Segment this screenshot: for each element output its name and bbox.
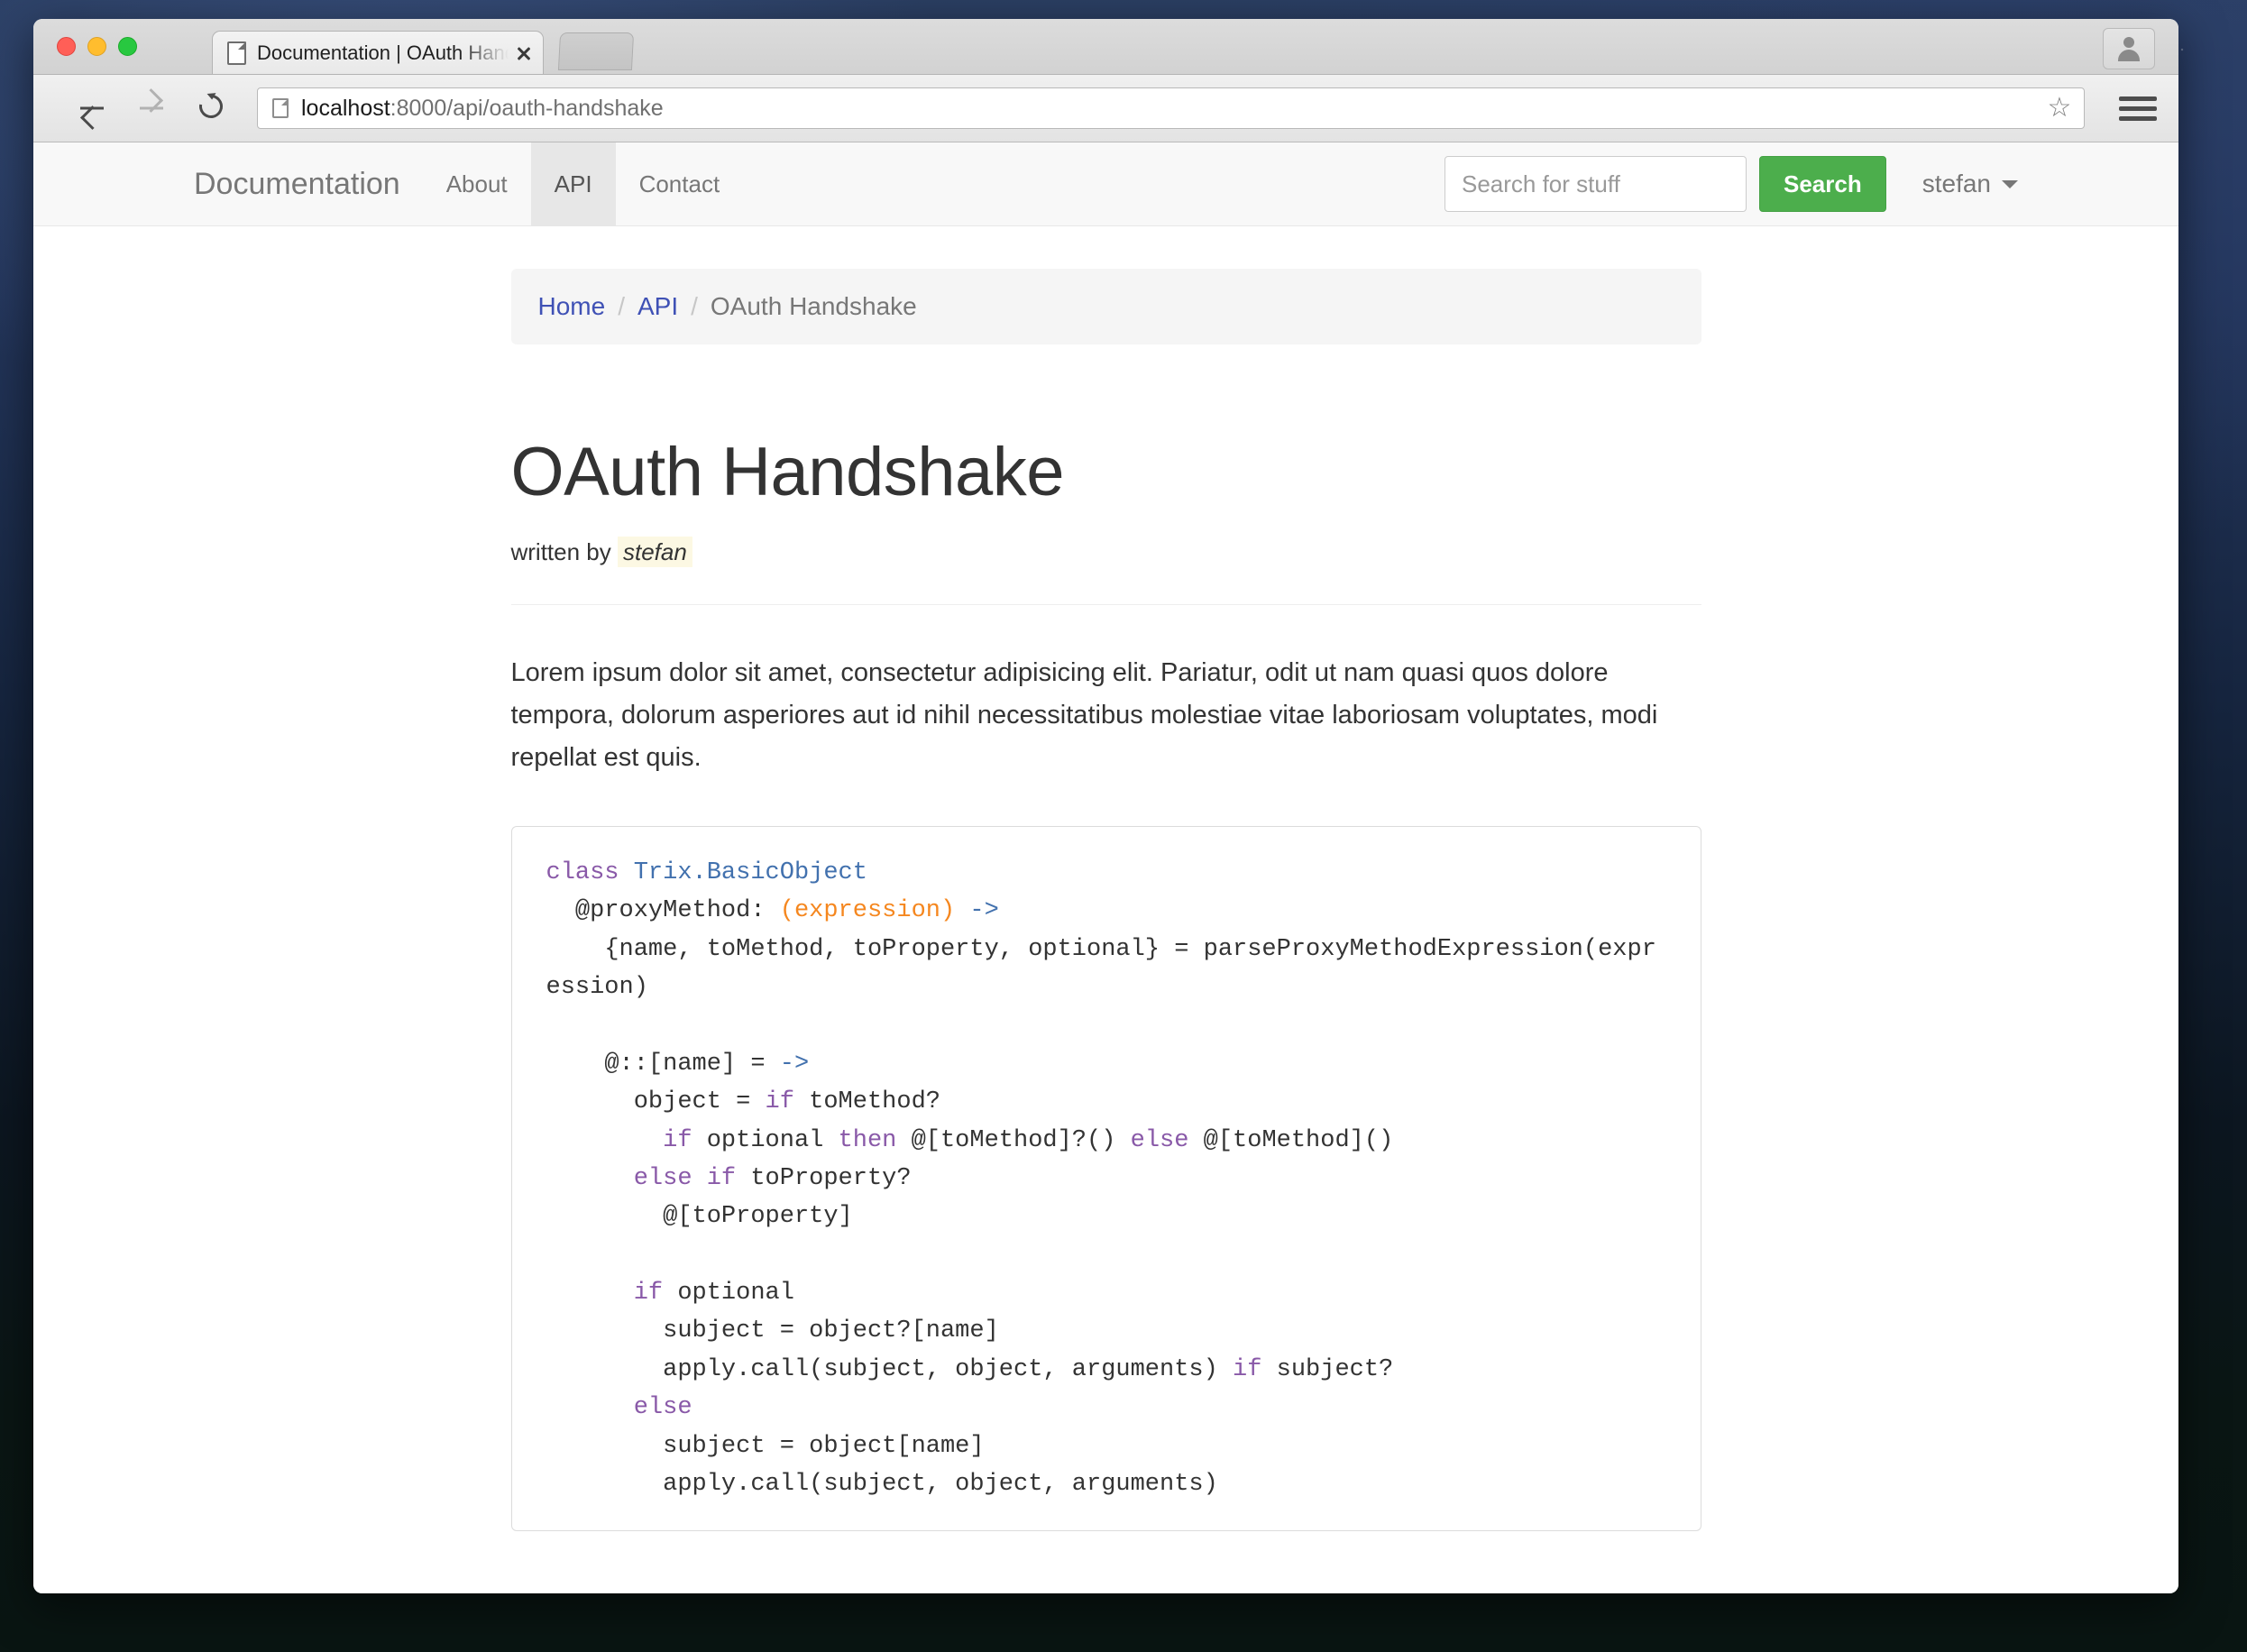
address-bar-text: localhost:8000/api/oauth-handshake	[301, 96, 2046, 122]
browser-tab-title: Documentation | OAuth Handshake	[257, 41, 509, 65]
code-token-keyword: if	[634, 1280, 663, 1307]
code-token-text: optional	[692, 1127, 839, 1154]
breadcrumb: Home / API / OAuth Handshake	[511, 269, 1701, 344]
article-lead-paragraph: Lorem ipsum dolor sit amet, consectetur …	[511, 652, 1701, 779]
profile-icon	[2116, 36, 2142, 61]
breadcrumb-separator: /	[605, 292, 637, 321]
breadcrumb-item-home[interactable]: Home	[538, 292, 606, 321]
site-brand[interactable]: Documentation	[194, 142, 423, 225]
code-token-keyword: class	[546, 859, 619, 886]
page-viewport: Documentation About API Contact Search s…	[33, 142, 2178, 1593]
user-menu-label: stefan	[1922, 170, 1991, 198]
code-token-text	[619, 859, 634, 886]
forward-button[interactable]	[133, 89, 170, 127]
page-container: Home / API / OAuth Handshake OAuth Hands…	[511, 226, 1701, 1531]
byline-author: stefan	[618, 537, 692, 567]
menu-bar-1	[2119, 96, 2157, 101]
code-token-keyword: else	[1131, 1127, 1189, 1154]
nav-link-api[interactable]: API	[531, 142, 616, 225]
nav-link-about[interactable]: About	[423, 142, 531, 225]
star-icon[interactable]: ☆	[2046, 95, 2073, 122]
reload-icon	[195, 90, 227, 123]
reload-button[interactable]	[192, 89, 230, 127]
back-arrow-icon	[80, 107, 104, 110]
browser-profile-button[interactable]	[2103, 28, 2155, 69]
browser-tab-inactive[interactable]	[558, 32, 634, 70]
article-byline: written by stefan	[511, 538, 1701, 566]
code-token-keyword: if	[1233, 1356, 1261, 1383]
code-token-text: object =	[546, 1088, 766, 1115]
page-icon	[272, 98, 289, 118]
close-window-button[interactable]	[57, 37, 76, 56]
code-token-class: Trix.BasicObject	[634, 859, 867, 886]
code-token-class: ->	[780, 1051, 809, 1078]
menu-bar-2	[2119, 106, 2157, 111]
code-token-text: @proxyMethod:	[546, 897, 780, 924]
url-host: localhost	[301, 96, 390, 121]
close-icon[interactable]	[512, 41, 536, 65]
code-token-text: {name, toMethod, toProperty, optional} =…	[546, 936, 1656, 1078]
back-button[interactable]	[73, 89, 111, 127]
url-path: :8000/api/oauth-handshake	[390, 96, 664, 121]
code-token-keyword: if	[766, 1088, 794, 1115]
site-navbar: Documentation About API Contact Search s…	[33, 142, 2178, 226]
breadcrumb-item-api[interactable]: API	[637, 292, 678, 321]
code-token-keyword: then	[839, 1127, 897, 1154]
search-input[interactable]	[1444, 156, 1747, 212]
code-token-keyword: else if	[634, 1165, 736, 1192]
browser-toolbar: localhost:8000/api/oauth-handshake ☆	[33, 75, 2178, 142]
hamburger-menu-icon[interactable]	[2119, 89, 2157, 127]
site-nav-links: About API Contact	[423, 142, 743, 225]
code-token-keyword: if	[663, 1127, 692, 1154]
search-button[interactable]: Search	[1759, 156, 1886, 212]
code-block: class Trix.BasicObject @proxyMethod: (ex…	[511, 826, 1701, 1531]
code-token-param: (expression)	[780, 897, 955, 924]
code-token-text	[955, 897, 969, 924]
breadcrumb-item-current: OAuth Handshake	[711, 292, 917, 321]
code-token-class: ->	[969, 897, 998, 924]
nav-link-contact[interactable]: Contact	[616, 142, 744, 225]
user-menu[interactable]: stefan	[1922, 170, 2018, 198]
browser-tab-active[interactable]: Documentation | OAuth Handshake	[212, 31, 544, 74]
forward-arrow-icon	[140, 107, 163, 110]
menu-bar-3	[2119, 116, 2157, 121]
maximize-window-button[interactable]	[118, 37, 137, 56]
page-icon	[227, 41, 246, 65]
chevron-down-icon	[2002, 180, 2018, 188]
code-token-keyword: else	[634, 1394, 692, 1421]
code-content: class Trix.BasicObject @proxyMethod: (ex…	[546, 854, 1666, 1503]
code-token-text: @[toMethod]?()	[896, 1127, 1130, 1154]
code-token-text: subject = object[name] apply.call(subjec…	[546, 1433, 1218, 1498]
minimize-window-button[interactable]	[87, 37, 106, 56]
divider	[511, 604, 1701, 605]
breadcrumb-separator: /	[678, 292, 711, 321]
window-controls	[57, 37, 137, 56]
page-title: OAuth Handshake	[511, 433, 1701, 511]
browser-tab-strip: Documentation | OAuth Handshake	[33, 19, 2178, 75]
navbar-right: Search stefan	[1444, 142, 2018, 225]
byline-prefix: written by	[511, 538, 611, 565]
address-bar[interactable]: localhost:8000/api/oauth-handshake ☆	[257, 87, 2085, 129]
browser-window: Documentation | OAuth Handshake localhos…	[33, 19, 2178, 1593]
